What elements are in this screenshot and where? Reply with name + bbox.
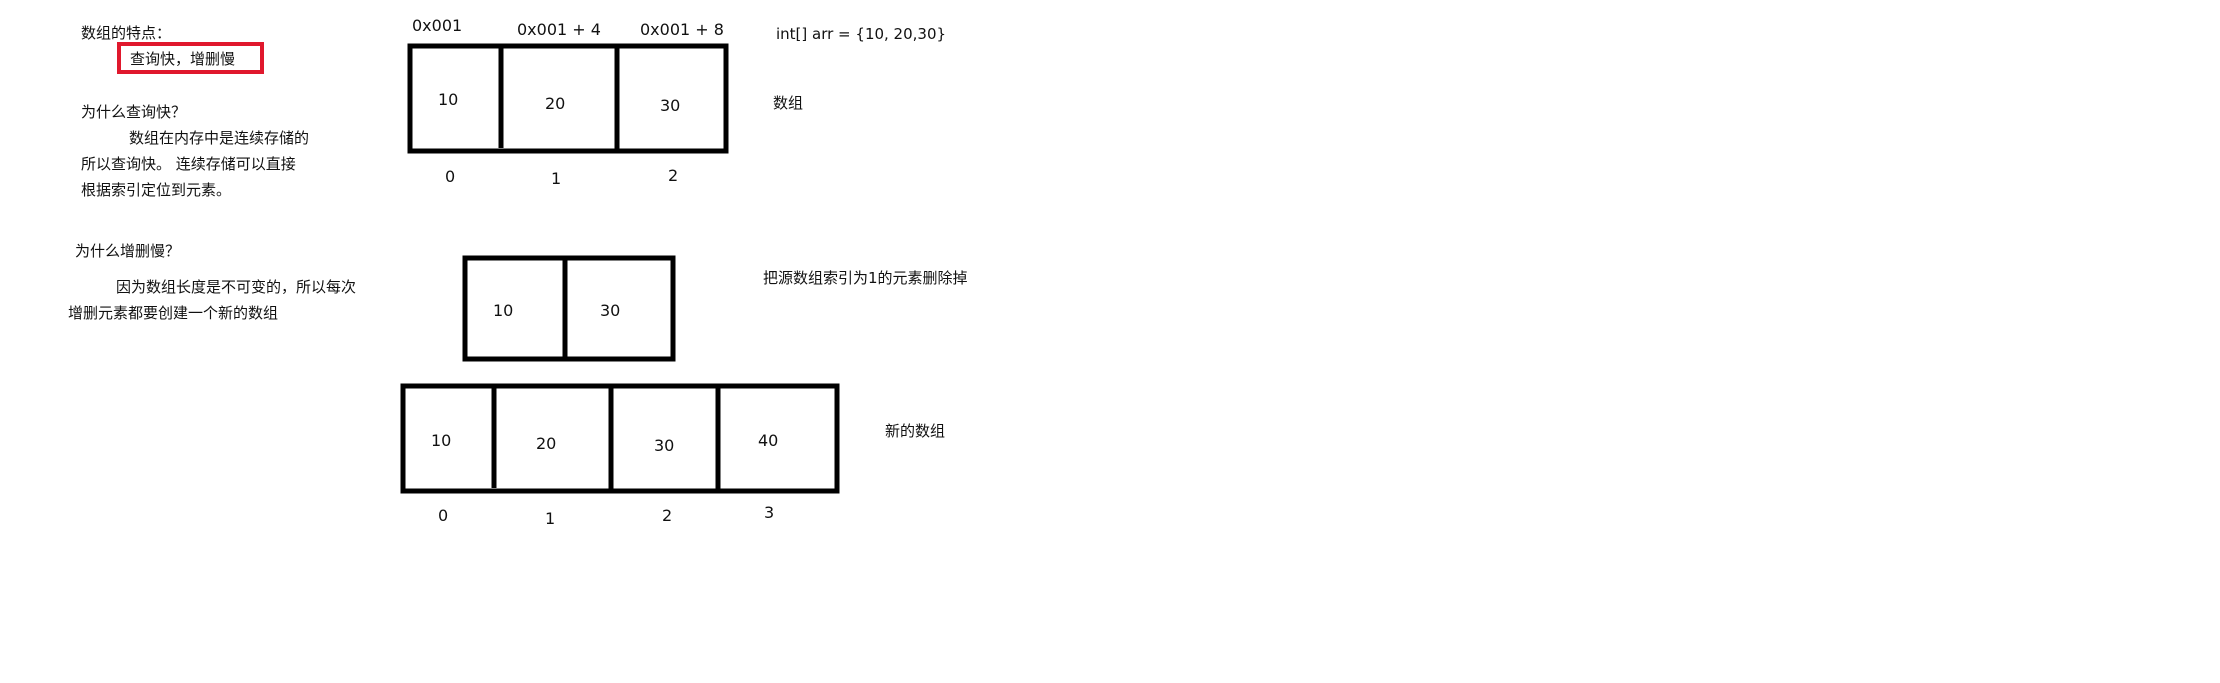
array3-index-3: 3 [764, 503, 775, 522]
array3-value-0: 10 [431, 431, 452, 450]
array3-index-1: 1 [545, 509, 556, 528]
array3-index-2: 2 [662, 506, 673, 525]
array1-index-2: 2 [668, 166, 679, 185]
array3-value-1: 20 [536, 434, 557, 453]
array2-value-1: 30 [600, 301, 621, 320]
array-diagram [400, 43, 840, 494]
array1-index-0: 0 [445, 167, 456, 186]
array2-label: 把源数组索引为1的元素删除掉 [763, 269, 968, 287]
array1-value-2: 30 [660, 96, 681, 115]
array3-index-0: 0 [438, 506, 449, 525]
array3-label: 新的数组 [885, 422, 946, 440]
array1-index-1: 1 [551, 169, 562, 188]
array2-value-0: 10 [493, 301, 514, 320]
array3-value-2: 30 [654, 436, 675, 455]
array1-value-0: 10 [438, 90, 459, 109]
array1-value-1: 20 [545, 94, 566, 113]
array3-value-3: 40 [758, 431, 779, 450]
